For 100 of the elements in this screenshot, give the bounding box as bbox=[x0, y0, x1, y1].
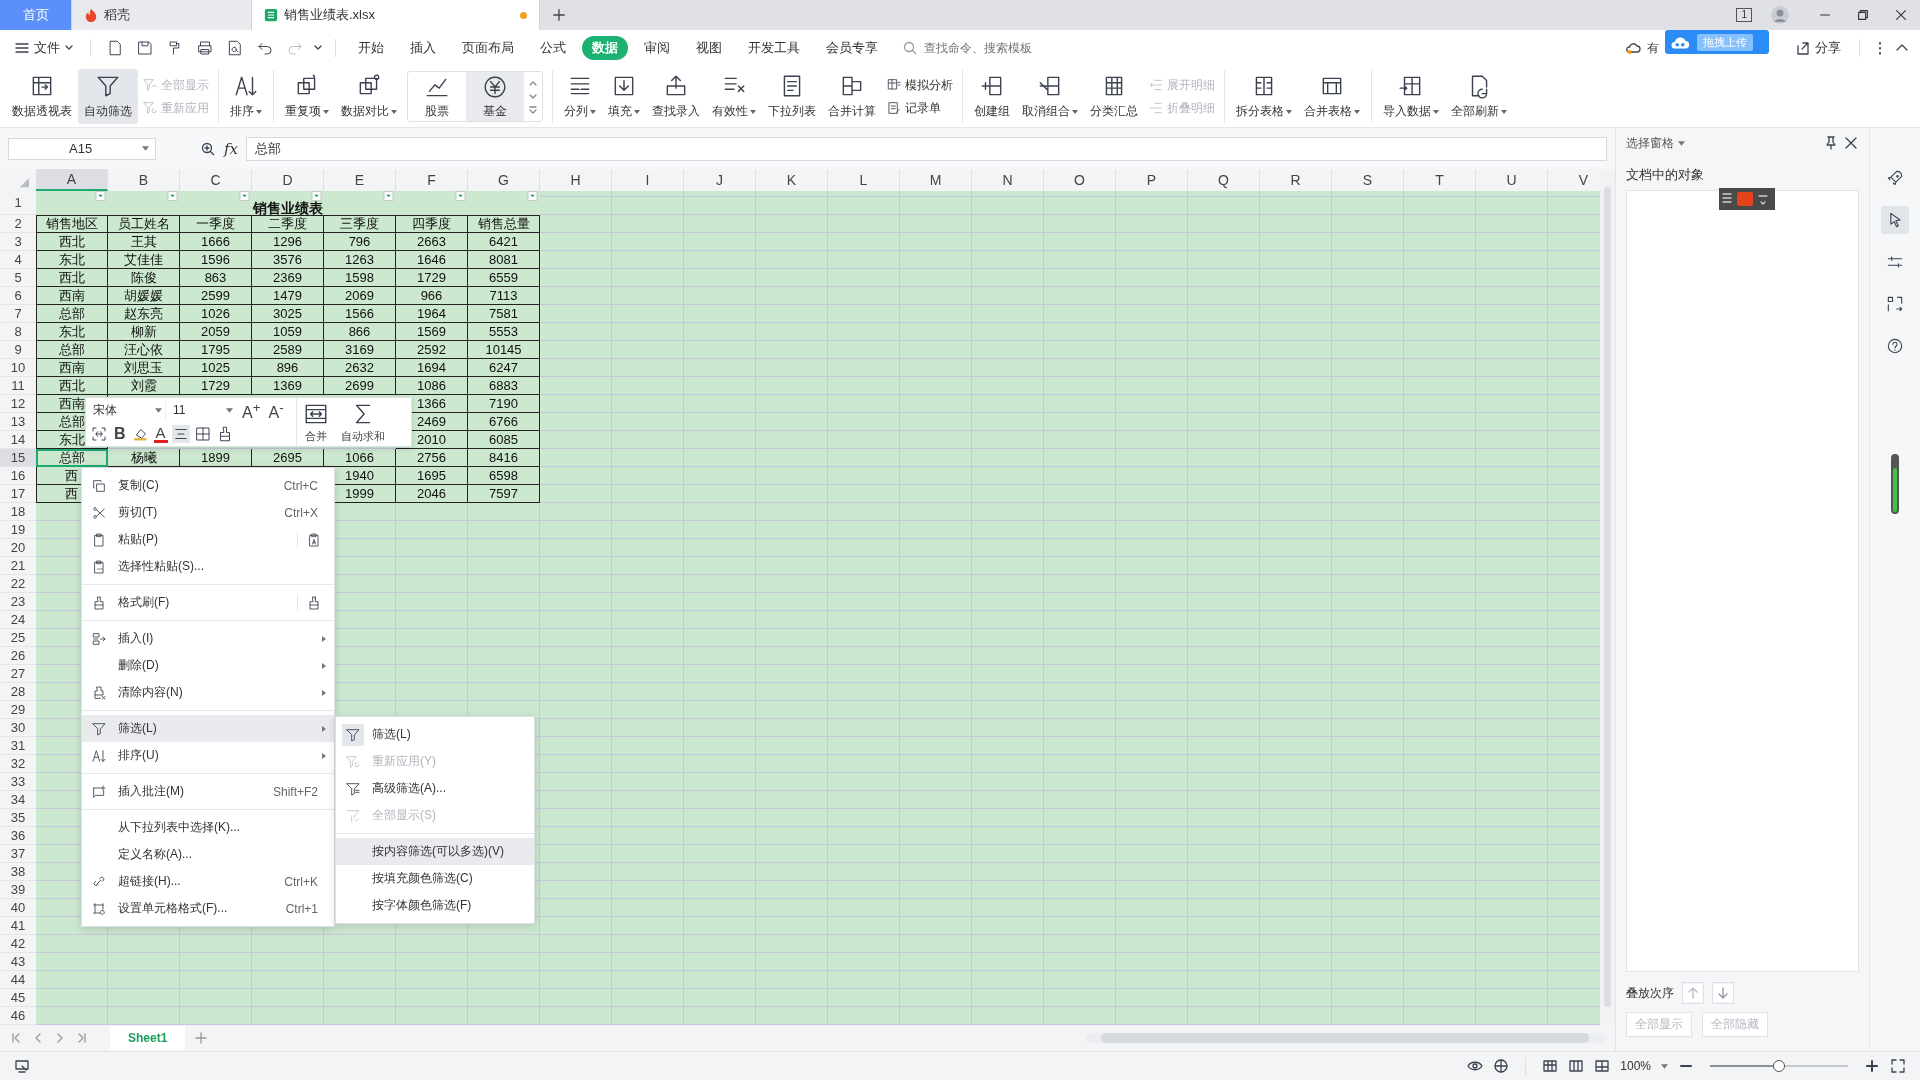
column-header[interactable]: G bbox=[468, 169, 540, 192]
row-header[interactable]: 36 bbox=[0, 827, 36, 846]
column-header[interactable]: P bbox=[1116, 169, 1188, 192]
filter-dropdown-icon[interactable] bbox=[95, 191, 106, 202]
zoom-icon[interactable] bbox=[200, 140, 216, 157]
column-header[interactable]: F bbox=[396, 169, 468, 192]
filter-dropdown-icon[interactable] bbox=[383, 191, 394, 202]
row-header[interactable]: 45 bbox=[0, 989, 36, 1008]
column-header[interactable]: B bbox=[108, 169, 180, 192]
filter-dropdown-icon[interactable] bbox=[167, 191, 178, 202]
column-header[interactable]: I bbox=[612, 169, 684, 192]
menu-item[interactable]: 插入(I) bbox=[82, 625, 334, 653]
gallery-item[interactable]: 基金 bbox=[466, 72, 524, 121]
column-header[interactable]: D bbox=[252, 169, 324, 192]
row-header[interactable]: 17 bbox=[0, 485, 36, 504]
align-center-icon[interactable] bbox=[171, 425, 190, 444]
menu-item[interactable]: 按内容筛选(可以多选)(V) bbox=[336, 838, 534, 866]
column-header[interactable]: S bbox=[1332, 169, 1404, 192]
row-header[interactable]: 35 bbox=[0, 809, 36, 828]
avatar-icon[interactable] bbox=[1770, 5, 1790, 25]
ribbon-button[interactable]: 数据对比 bbox=[335, 69, 403, 124]
menu-item[interactable]: 清除内容(N) bbox=[82, 679, 334, 707]
ribbon-button[interactable]: 排序 bbox=[224, 69, 268, 124]
menu-item[interactable]: 定义名称(A)... bbox=[82, 841, 334, 869]
ribbon-button[interactable]: 数据透视表 bbox=[6, 69, 78, 124]
ribbon-tab[interactable]: 开始 bbox=[348, 36, 394, 60]
row-header[interactable]: 39 bbox=[0, 881, 36, 900]
row-header[interactable]: 8 bbox=[0, 323, 36, 342]
ime-toolbar[interactable] bbox=[1719, 188, 1775, 210]
filter-dropdown-icon[interactable] bbox=[455, 191, 466, 202]
column-header[interactable]: V bbox=[1548, 169, 1600, 192]
ribbon-tab[interactable]: 页面布局 bbox=[452, 36, 524, 60]
ribbon-button[interactable]: 分类汇总 bbox=[1084, 69, 1144, 124]
row-header[interactable]: 3 bbox=[0, 233, 36, 252]
menu-item[interactable]: 筛选(L) bbox=[82, 715, 334, 743]
row-header[interactable]: 31 bbox=[0, 737, 36, 756]
decrease-font-button[interactable]: A$^{-}$ bbox=[266, 398, 286, 423]
row-header[interactable]: 12 bbox=[0, 395, 36, 414]
menu-item[interactable]: 从下拉列表中选择(K)... bbox=[82, 814, 334, 842]
row-header[interactable]: 15 bbox=[0, 449, 36, 468]
row-header[interactable]: 46 bbox=[0, 1007, 36, 1026]
menu-item[interactable]: 按字体颜色筛选(F) bbox=[336, 892, 534, 920]
brush-icon[interactable] bbox=[297, 594, 322, 611]
last-sheet-icon[interactable] bbox=[76, 1032, 88, 1045]
row-header[interactable]: 19 bbox=[0, 521, 36, 540]
row-header[interactable]: 7 bbox=[0, 305, 36, 324]
ribbon-button[interactable]: 自动筛选 bbox=[78, 69, 138, 124]
ribbon-button[interactable]: 取消组合 bbox=[1016, 69, 1084, 124]
save-icon[interactable] bbox=[136, 39, 154, 57]
row-header[interactable]: 21 bbox=[0, 557, 36, 576]
ribbon-button[interactable]: 下拉列表 bbox=[762, 69, 822, 124]
column-header[interactable]: L bbox=[828, 169, 900, 192]
menu-item[interactable]: 高级筛选(A)... bbox=[336, 775, 534, 803]
merge-button[interactable]: 合并 bbox=[297, 400, 335, 444]
row-header[interactable]: 40 bbox=[0, 899, 36, 918]
row-header[interactable]: 18 bbox=[0, 503, 36, 522]
document-tab[interactable]: 销售业绩表.xlsx bbox=[252, 0, 540, 30]
ribbon-tab[interactable]: 会员专享 bbox=[816, 36, 888, 60]
close-icon[interactable] bbox=[1894, 8, 1908, 22]
gallery-item[interactable]: 股票 bbox=[408, 72, 466, 121]
column-header[interactable]: U bbox=[1476, 169, 1548, 192]
pane-title[interactable]: 选择窗格 bbox=[1626, 134, 1674, 152]
row-header[interactable]: 16 bbox=[0, 467, 36, 486]
row-header[interactable]: 44 bbox=[0, 971, 36, 990]
row-header[interactable]: 6 bbox=[0, 287, 36, 306]
row-header[interactable]: 32 bbox=[0, 755, 36, 774]
column-header[interactable]: T bbox=[1404, 169, 1476, 192]
row-header[interactable]: 37 bbox=[0, 845, 36, 864]
search-field[interactable]: 查找命令、搜索模板 bbox=[902, 40, 1066, 56]
macro-icon[interactable] bbox=[14, 1058, 30, 1074]
row-header[interactable]: 4 bbox=[0, 251, 36, 270]
menu-item[interactable]: 超链接(H)... Ctrl+K bbox=[82, 868, 334, 896]
row-header[interactable]: 34 bbox=[0, 791, 36, 810]
name-box[interactable]: A15 bbox=[8, 137, 156, 160]
new-tab-icon[interactable] bbox=[552, 8, 566, 22]
row-header[interactable]: 41 bbox=[0, 917, 36, 936]
row-header[interactable]: 1 bbox=[0, 191, 36, 216]
horizontal-scrollbar[interactable] bbox=[1085, 1033, 1605, 1044]
first-sheet-icon[interactable] bbox=[10, 1032, 22, 1045]
fit-icon[interactable] bbox=[90, 425, 108, 444]
column-header[interactable]: N bbox=[972, 169, 1044, 192]
page-break-icon[interactable] bbox=[1594, 1058, 1611, 1074]
ribbon-button[interactable]: 填充 bbox=[602, 69, 646, 124]
ribbon-button[interactable]: 合并计算 bbox=[822, 69, 882, 124]
function-button[interactable]: fx bbox=[224, 139, 238, 158]
row-header[interactable]: 33 bbox=[0, 773, 36, 792]
cloud-icon[interactable] bbox=[1625, 40, 1641, 56]
filter-dropdown-icon[interactable] bbox=[527, 191, 538, 202]
paste-text-icon[interactable] bbox=[297, 531, 322, 548]
column-header[interactable]: C bbox=[180, 169, 252, 192]
increase-font-button[interactable]: A$^{+}$ bbox=[240, 398, 263, 423]
column-header[interactable]: M bbox=[900, 169, 972, 192]
print-icon[interactable] bbox=[196, 39, 214, 57]
ribbon-tab[interactable]: 公式 bbox=[530, 36, 576, 60]
row-header[interactable]: 5 bbox=[0, 269, 36, 288]
ribbon-tab[interactable]: 视图 bbox=[686, 36, 732, 60]
ribbon-button[interactable]: 拆分表格 bbox=[1230, 69, 1298, 124]
ribbon-tab[interactable]: 开发工具 bbox=[738, 36, 810, 60]
row-header[interactable]: 13 bbox=[0, 413, 36, 432]
cloud-label[interactable]: 有 bbox=[1647, 39, 1659, 57]
